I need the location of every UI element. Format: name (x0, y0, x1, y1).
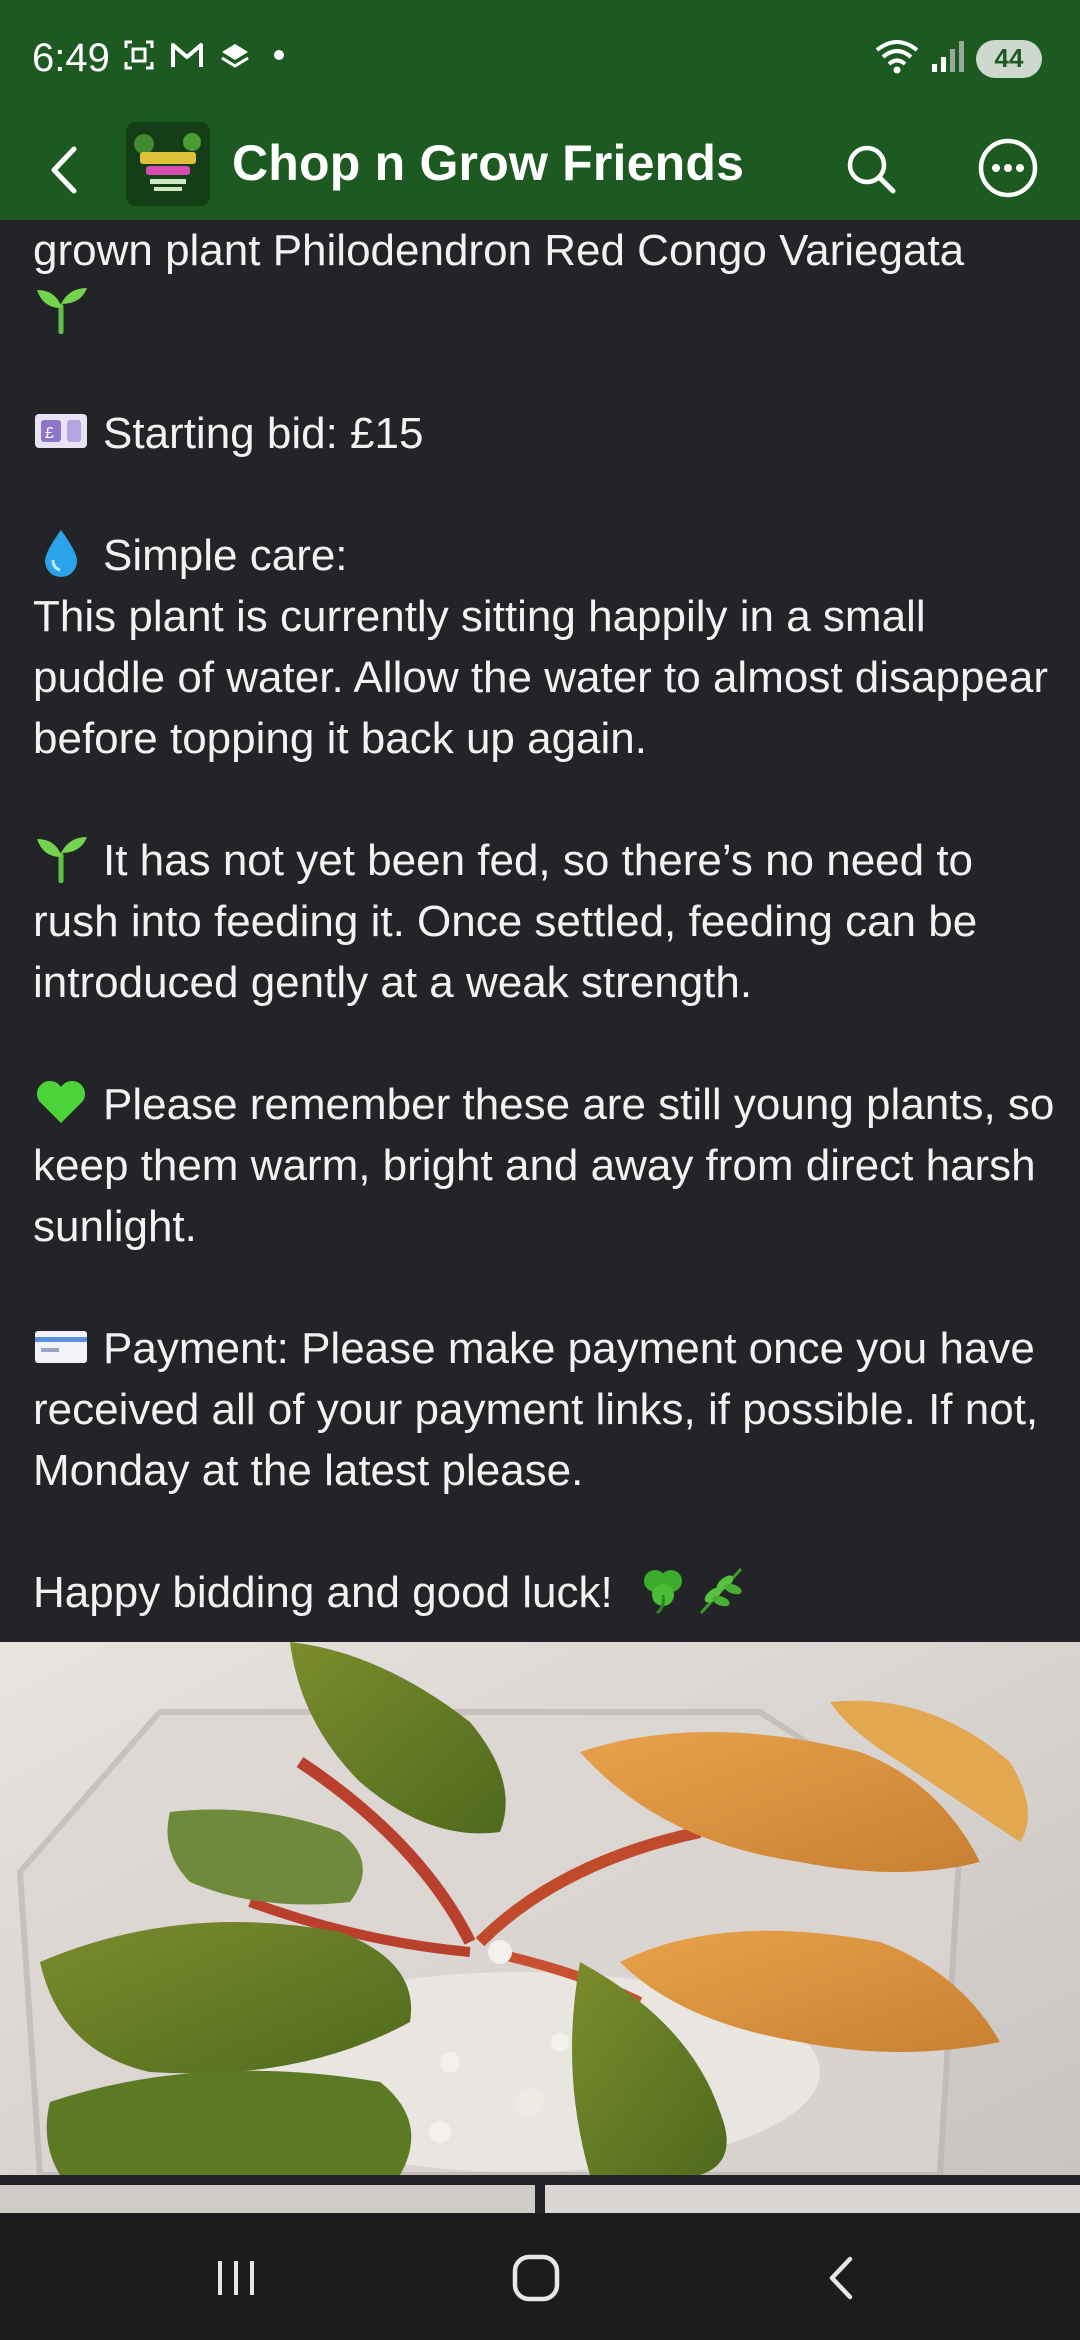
care-body: This plant is currently sitting happily … (33, 592, 1049, 763)
next-photo-thumbnail-left[interactable] (0, 2185, 535, 2213)
remember-text: Please remember these are still young pl… (33, 1080, 1055, 1251)
post-intro-text: grown plant Philodendron Red Congo Varie… (33, 226, 965, 275)
screen: 6:49 44 Chop n Grow Friends grown plant … (0, 0, 1080, 2340)
banknote-icon: £ (35, 414, 87, 448)
starting-bid: £ Starting bid: £15 (33, 403, 1063, 464)
system-nav-bar (0, 2213, 1080, 2340)
clover-icon (644, 1570, 682, 1615)
system-back-button[interactable] (800, 2243, 880, 2313)
next-photo-thumbnail-right[interactable] (545, 2185, 1080, 2213)
screenshot-icon (122, 38, 156, 72)
gmail-icon (170, 38, 204, 72)
care-heading: Simple care: (103, 531, 348, 580)
closing-text: Happy bidding and good luck! (33, 1568, 613, 1617)
more-options-button[interactable] (974, 134, 1042, 202)
payment-section: Payment: Please make payment once you ha… (33, 1318, 1063, 1501)
care-section: Simple care: This plant is currently sit… (33, 525, 1063, 769)
battery-icon: 44 (976, 39, 1042, 78)
starting-bid-text: Starting bid: £15 (103, 409, 424, 458)
recent-apps-button[interactable] (196, 2243, 276, 2313)
signal-icon (930, 38, 966, 79)
group-title[interactable]: Chop n Grow Friends (232, 134, 744, 192)
feeding-section: It has not yet been fed, so there’s no n… (33, 830, 1063, 1013)
credit-card-icon (35, 1331, 87, 1363)
seedling-icon (37, 837, 87, 883)
home-button[interactable] (496, 2243, 576, 2313)
plant-photo-image (0, 1642, 1080, 2175)
group-logo-icon (126, 122, 210, 206)
more-icon (978, 138, 1038, 198)
recent-apps-icon (218, 2261, 254, 2295)
remember-section: Please remember these are still young pl… (33, 1074, 1063, 1257)
system-back-icon (829, 2256, 853, 2300)
layers-icon (218, 38, 252, 72)
search-button[interactable] (838, 136, 904, 202)
status-icons-left (122, 38, 284, 72)
post-photo[interactable] (0, 1642, 1080, 2175)
notification-dot-icon (274, 50, 284, 60)
group-avatar[interactable] (126, 122, 210, 206)
seedling-icon (37, 288, 87, 334)
search-icon (847, 145, 896, 194)
svg-text:£: £ (45, 425, 54, 442)
feeding-text: It has not yet been fed, so there’s no n… (33, 836, 978, 1007)
status-icons-right: 44 (874, 38, 1042, 79)
green-heart-icon (36, 1080, 86, 1123)
back-button[interactable] (34, 140, 94, 200)
back-arrow-icon (51, 146, 77, 194)
droplet-icon (45, 530, 77, 577)
payment-text: Payment: Please make payment once you ha… (33, 1324, 1039, 1495)
wifi-icon (874, 38, 920, 79)
status-bar: 6:49 44 (0, 0, 1080, 120)
post-intro: grown plant Philodendron Red Congo Varie… (33, 220, 1063, 342)
herb-icon (699, 1567, 743, 1615)
app-bar: Chop n Grow Friends (0, 120, 1080, 220)
home-icon (512, 2254, 560, 2302)
post-body: grown plant Philodendron Red Congo Varie… (33, 220, 1063, 1623)
closing-section: Happy bidding and good luck! (33, 1562, 1063, 1623)
status-time: 6:49 (32, 36, 110, 80)
